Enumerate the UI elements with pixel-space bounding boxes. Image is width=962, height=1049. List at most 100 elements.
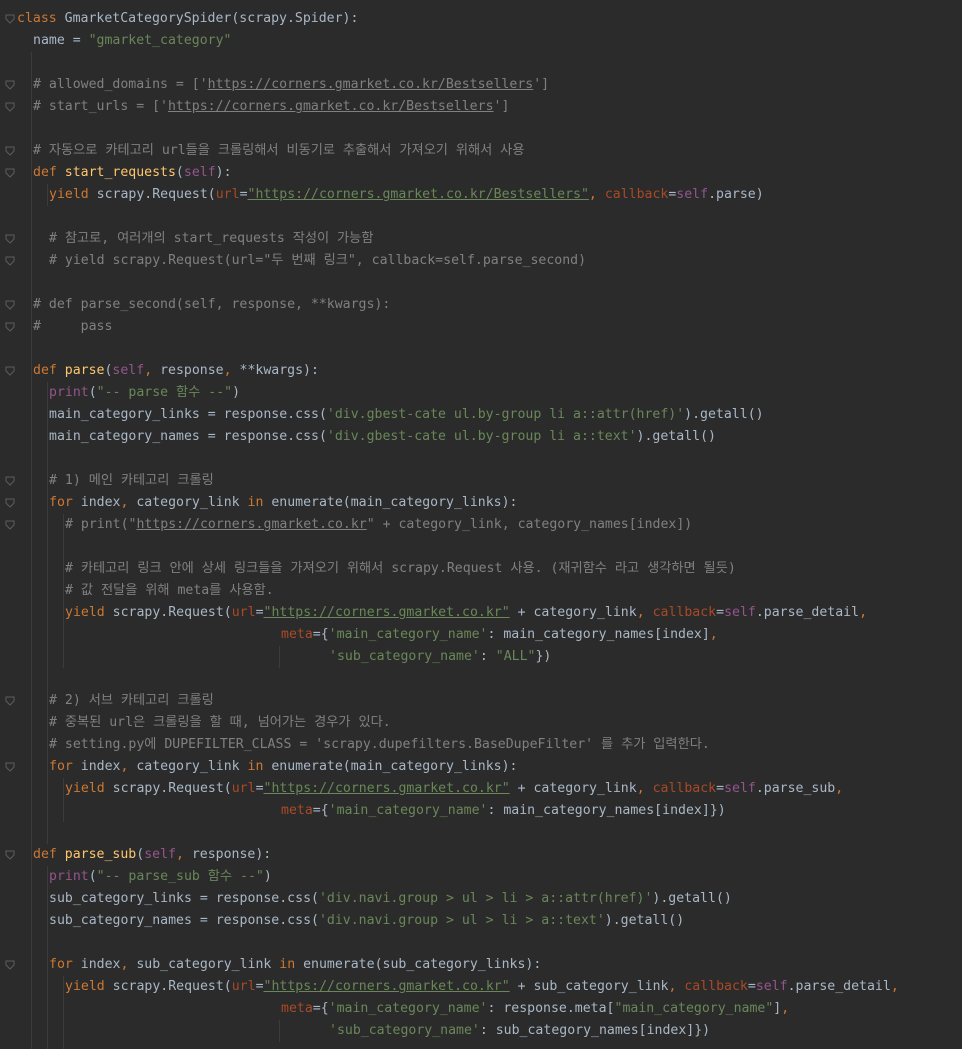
code-token: response): (191, 847, 272, 862)
fold-marker-icon[interactable] (5, 14, 15, 24)
code-line[interactable]: print("-- parse 함수 --") (49, 382, 962, 404)
fold-marker-icon[interactable] (5, 300, 15, 310)
code-line[interactable]: for index, category_link in enumerate(ma… (49, 492, 962, 514)
code-token: category_link (136, 495, 248, 510)
code-line[interactable]: meta={'main_category_name': response.met… (281, 998, 962, 1020)
code-token: # 자동으로 카테고리 url들을 크롤링해서 비동기로 추출해서 가져오기 위… (33, 143, 525, 158)
code-line[interactable]: name = "gmarket_category" (33, 30, 962, 52)
code-token: for (49, 495, 81, 510)
code-token: callback (684, 979, 748, 994)
code-line[interactable]: # def parse_second(self, response, **kwa… (33, 294, 962, 316)
code-token: + category_link (509, 781, 637, 796)
fold-marker-icon[interactable] (5, 234, 15, 244)
code-token: # 참고로, 여러개의 start_requests 작성이 가능함 (49, 231, 374, 246)
code-token: , (636, 781, 653, 796)
code-editor[interactable]: class GmarketCategorySpider(scrapy.Spide… (0, 0, 962, 1049)
fold-marker-icon[interactable] (5, 960, 15, 970)
code-line[interactable]: yield scrapy.Request(url="https://corner… (65, 602, 962, 624)
code-token: for (49, 759, 81, 774)
code-token: , (709, 627, 718, 642)
code-line[interactable]: # yield scrapy.Request(url="두 번째 링크", ca… (49, 250, 962, 272)
code-token: ).getall() (636, 429, 716, 444)
code-token: self (112, 363, 145, 378)
code-token: # def parse_second(self, response, **kwa… (33, 297, 391, 312)
code-line[interactable]: yield scrapy.Request(url="https://corner… (65, 778, 962, 800)
code-token: GmarketCategorySpider(scrapy.Spider): (64, 11, 359, 26)
code-token: ).getall() (604, 913, 685, 928)
code-token: .parse_sub (755, 781, 836, 796)
code-line[interactable]: meta={'main_category_name': main_categor… (281, 624, 962, 646)
code-line[interactable]: yield scrapy.Request(url="https://corner… (65, 976, 962, 998)
code-line[interactable]: for index, sub_category_link in enumerat… (49, 954, 962, 976)
code-token: index (80, 957, 121, 972)
fold-marker-icon[interactable] (5, 850, 15, 860)
code-line[interactable]: sub_category_names = response.css('div.n… (49, 910, 962, 932)
fold-marker-icon[interactable] (5, 520, 15, 530)
code-token: https://corners.gmarket.co.kr/Bestseller… (207, 77, 534, 92)
code-line[interactable]: # pass (33, 316, 962, 338)
fold-marker-icon[interactable] (5, 696, 15, 706)
code-token: index (80, 759, 121, 774)
code-token: for (49, 957, 81, 972)
code-token: # print(" (65, 517, 137, 532)
fold-marker-icon[interactable] (5, 256, 15, 266)
fold-marker-icon[interactable] (5, 476, 15, 486)
code-token: , (144, 363, 161, 378)
code-line[interactable]: yield scrapy.Request(url="https://corner… (49, 184, 962, 206)
fold-marker-icon[interactable] (5, 146, 15, 156)
code-line[interactable]: # 1) 메인 카테고리 크롤링 (49, 470, 962, 492)
code-token: '] (493, 99, 510, 114)
fold-marker-icon[interactable] (5, 498, 15, 508)
fold-marker-icon[interactable] (5, 322, 15, 332)
code-line[interactable]: # 값 전달을 위해 meta를 사용함. (65, 580, 962, 602)
code-line[interactable]: def parse_sub(self, response): (33, 844, 962, 866)
code-token: , (835, 781, 844, 796)
code-token: }) (535, 649, 552, 664)
code-line[interactable]: # print("https://corners.gmarket.co.kr" … (65, 514, 962, 536)
indent-guide (279, 1020, 280, 1042)
fold-marker-icon[interactable] (5, 168, 15, 178)
code-line[interactable]: def parse(self, response, **kwargs): (33, 360, 962, 382)
code-line[interactable]: # 카테고리 링크 안에 상세 링크들을 가져오기 위해서 scrapy.Req… (65, 558, 962, 580)
code-line[interactable]: 'sub_category_name': sub_category_names[… (329, 1020, 962, 1042)
code-token: self (676, 187, 709, 202)
code-token: 'main_category_name' (328, 1001, 488, 1016)
code-line[interactable]: print("-- parse_sub 함수 --") (49, 866, 962, 888)
code-token: def (33, 363, 65, 378)
code-line[interactable]: # 자동으로 카테고리 url들을 크롤링해서 비동기로 추출해서 가져오기 위… (33, 140, 962, 162)
code-line[interactable]: main_category_names = response.css('div.… (49, 426, 962, 448)
code-token: yield (49, 187, 97, 202)
code-line[interactable]: # 참고로, 여러개의 start_requests 작성이 가능함 (49, 228, 962, 250)
code-line[interactable]: for index, category_link in enumerate(ma… (49, 756, 962, 778)
fold-marker-icon[interactable] (5, 762, 15, 772)
code-line[interactable]: # 2) 서브 카테고리 크롤링 (49, 690, 962, 712)
code-token: in (279, 957, 304, 972)
fold-marker-icon[interactable] (5, 102, 15, 112)
code-token: self (724, 605, 756, 620)
code-line[interactable]: # setting.py에 DUPEFILTER_CLASS = 'scrapy… (49, 734, 962, 756)
code-token: + sub_category_link (509, 979, 669, 994)
code-line[interactable]: 'sub_category_name': "ALL"}) (329, 646, 962, 668)
code-token: scrapy.Request( (112, 605, 232, 620)
code-token: url (231, 605, 256, 620)
code-line[interactable]: class GmarketCategorySpider(scrapy.Spide… (17, 8, 961, 30)
code-token: : sub_category_names[index]}) (479, 1023, 711, 1038)
code-token: yield (65, 605, 113, 620)
code-token: class (17, 11, 65, 26)
code-line[interactable]: # start_urls = ['https://corners.gmarket… (33, 96, 962, 118)
code-line[interactable]: main_category_links = response.css('div.… (49, 404, 962, 426)
code-token: # 2) 서브 카테고리 크롤링 (49, 693, 214, 708)
code-line[interactable]: # 중복된 url은 크롤링을 할 때, 넘어가는 경우가 있다. (49, 712, 962, 734)
fold-marker-icon[interactable] (5, 80, 15, 90)
code-line[interactable]: def start_requests(self): (33, 162, 962, 184)
code-line[interactable]: meta={'main_category_name': main_categor… (281, 800, 962, 822)
fold-marker-icon[interactable] (5, 366, 15, 376)
code-token: 'main_category_name' (328, 627, 488, 642)
code-token: '] (533, 77, 550, 92)
code-token: def (33, 847, 65, 862)
code-token: yield (65, 781, 113, 796)
code-token: "https://corners.gmarket.co.kr" (263, 781, 510, 796)
code-line[interactable]: sub_category_links = response.css('div.n… (49, 888, 962, 910)
code-token: 'main_category_name' (328, 803, 488, 818)
code-line[interactable]: # allowed_domains = ['https://corners.gm… (33, 74, 962, 96)
